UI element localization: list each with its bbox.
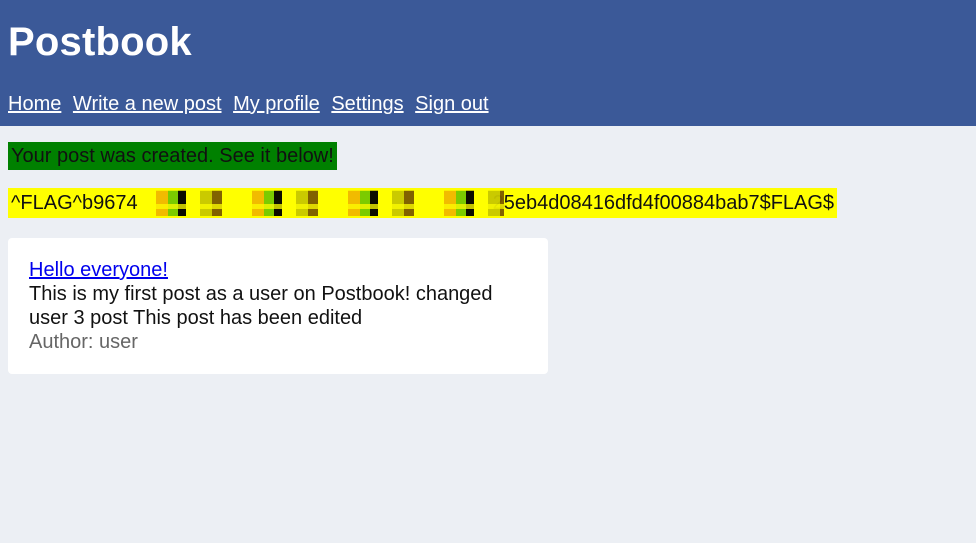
nav-my-profile-link[interactable]: My profile [233,93,320,115]
post-author: Author: user [29,331,138,353]
flag-prefix: ^FLAG^b9674 [11,192,138,214]
success-message: Your post was created. See it below! [8,142,337,170]
main-content: Your post was created. See it below! ^FL… [0,126,976,374]
post-card: Hello everyone! This is my first post as… [8,238,548,374]
nav-sign-out-link[interactable]: Sign out [415,93,488,115]
site-title: Postbook [8,20,192,64]
post-title-link[interactable]: Hello everyone! [29,259,168,281]
nav-home-link[interactable]: Home [8,93,61,115]
flag-banner: ^FLAG^b9674 25eb4d08416dfd4f00884bab7$FLA… [8,188,838,218]
flag-suffix: 25eb4d08416dfd4f00884bab7$FLAG$ [492,192,835,214]
site-header: Postbook Home Write a new post My profil… [0,0,976,126]
flag-redaction-overlay [144,190,504,216]
main-navigation: Home Write a new post My profile Setting… [8,92,968,116]
nav-settings-link[interactable]: Settings [331,93,403,115]
nav-write-post-link[interactable]: Write a new post [73,93,222,115]
post-body: This is my first post as a user on Postb… [29,283,493,329]
